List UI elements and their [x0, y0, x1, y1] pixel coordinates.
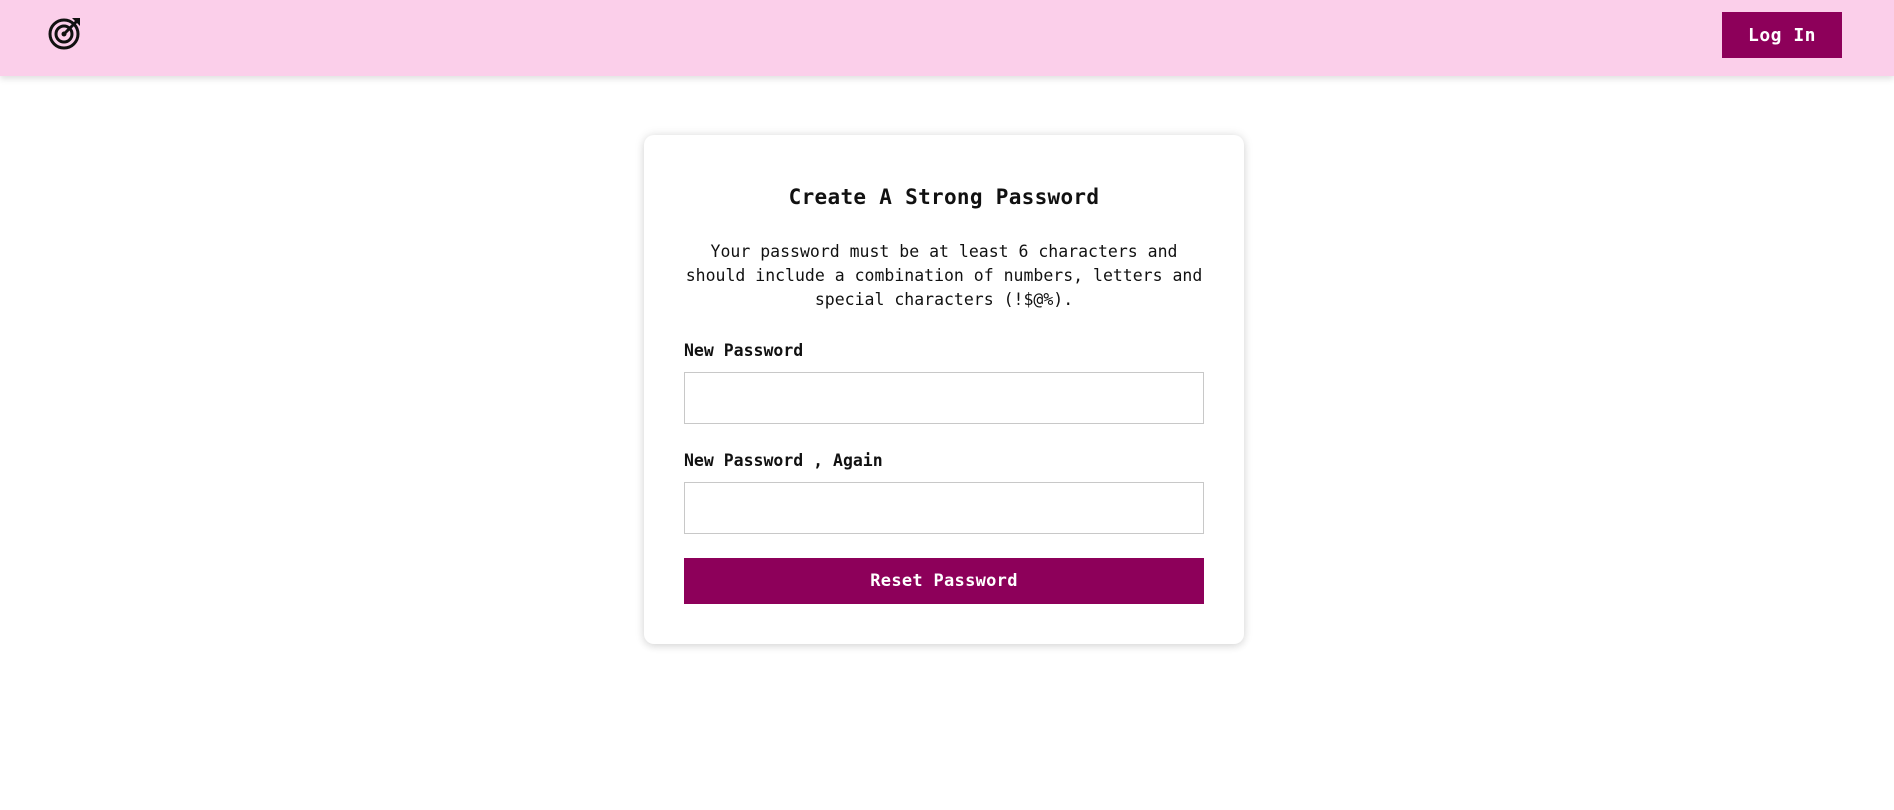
password-requirements-text: Your password must be at least 6 charact…	[685, 242, 1203, 309]
card-title: Create A Strong Password	[788, 185, 1100, 209]
reset-password-card: Create A Strong Password Your password m…	[644, 135, 1244, 644]
new-password-label: New Password	[684, 341, 804, 360]
confirm-password-label: New Password , Again	[684, 451, 883, 470]
confirm-password-input[interactable]	[684, 482, 1204, 534]
new-password-input[interactable]	[684, 372, 1204, 424]
reset-password-button[interactable]: Reset Password	[684, 558, 1204, 604]
target-arrow-icon[interactable]	[47, 15, 83, 51]
log-in-button[interactable]: Log In	[1722, 12, 1842, 58]
top-navigation-bar: Log In	[0, 0, 1894, 76]
